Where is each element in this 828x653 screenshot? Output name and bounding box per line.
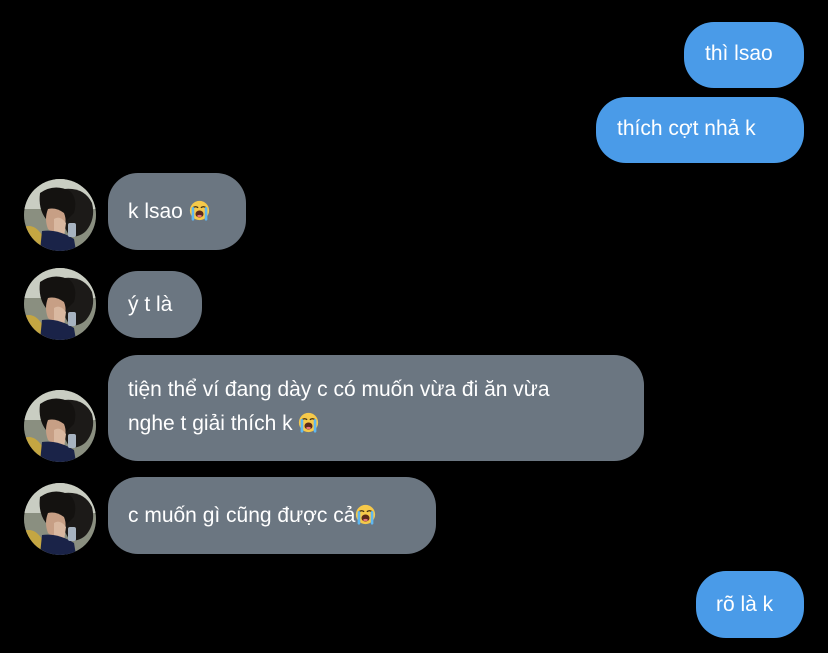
outgoing-message-bubble[interactable]: thì lsao: [684, 22, 804, 88]
loudly-crying-face-icon: [189, 200, 210, 221]
outgoing-message-bubble[interactable]: thích cợt nhả k: [596, 97, 804, 163]
incoming-message-bubble[interactable]: ý t là: [108, 271, 202, 338]
contact-avatar[interactable]: [24, 390, 96, 462]
message-text-line: tiện thể ví đang dày c có muốn vừa đi ăn…: [128, 378, 550, 401]
loudly-crying-face-icon: [355, 504, 376, 525]
message-text: ý t là: [128, 293, 173, 316]
incoming-message-bubble[interactable]: tiện thể ví đang dày c có muốn vừa đi ăn…: [108, 355, 644, 461]
message-text: thích cợt nhả k: [617, 117, 756, 140]
outgoing-message-bubble[interactable]: rõ là k: [696, 571, 804, 638]
message-text-line: nghe t giải thích k: [128, 407, 644, 441]
message-text: rõ là k: [716, 593, 774, 616]
contact-avatar[interactable]: [24, 179, 96, 251]
incoming-message-bubble[interactable]: c muốn gì cũng được cả: [108, 477, 436, 554]
incoming-message-bubble[interactable]: k lsao: [108, 173, 246, 250]
contact-avatar[interactable]: [24, 268, 96, 340]
contact-avatar[interactable]: [24, 483, 96, 555]
message-text: c muốn gì cũng được cả: [128, 504, 356, 527]
loudly-crying-face-icon: [298, 412, 319, 433]
message-text: k lsao: [128, 200, 183, 223]
message-text: thì lsao: [705, 42, 773, 65]
